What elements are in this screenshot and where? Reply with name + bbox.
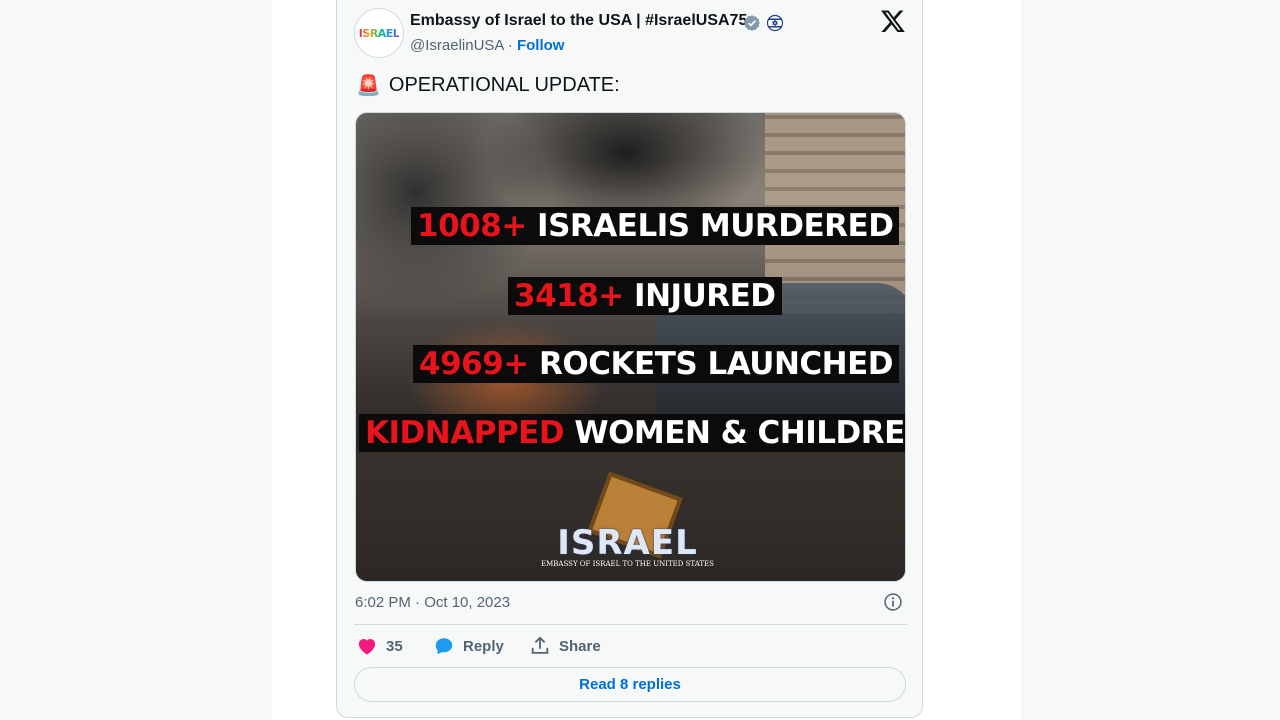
page-background-right bbox=[1021, 0, 1280, 720]
media-banner-rockets-count: 4969+ bbox=[419, 346, 529, 382]
like-button[interactable]: 35 bbox=[356, 634, 403, 658]
avatar[interactable]: ISRAEL bbox=[354, 8, 404, 58]
verified-gray-badge-icon bbox=[744, 15, 760, 31]
reply-bubble-icon bbox=[435, 638, 453, 655]
israel-flag-affiliation-icon bbox=[766, 14, 784, 32]
media-banner-injured: 3418+ INJURED bbox=[508, 277, 782, 315]
media-banner-injured-label: INJURED bbox=[623, 278, 776, 314]
share-upload-icon bbox=[531, 636, 549, 654]
media-banner-murdered: 1008+ ISRAELIS MURDERED bbox=[411, 207, 900, 245]
media-banner-murdered-count: 1008+ bbox=[417, 208, 527, 244]
like-count: 35 bbox=[386, 637, 403, 655]
media-banner-murdered-label: ISRAELIS MURDERED bbox=[526, 208, 894, 244]
watermark-subtitle: EMBASSY OF ISRAEL TO THE UNITED STATES bbox=[541, 560, 714, 568]
page-background-left bbox=[0, 0, 272, 720]
watermark-title: ISRAEL bbox=[557, 523, 698, 563]
heart-icon bbox=[358, 638, 376, 655]
media-banner-kidnapped-label: WOMEN & CHILDREN bbox=[564, 415, 906, 451]
author-handle-row: @IsraelinUSA · Follow bbox=[410, 37, 564, 54]
media-banner-rockets-label: ROCKETS LAUNCHED bbox=[528, 346, 894, 382]
read-replies-button[interactable]: Read 8 replies bbox=[354, 667, 906, 702]
info-icon[interactable] bbox=[883, 592, 903, 612]
media-banner-kidnapped: KIDNAPPED WOMEN & CHILDREN bbox=[359, 414, 906, 452]
tweet-text: 🚨 OPERATIONAL UPDATE: bbox=[356, 73, 620, 98]
author-display-name[interactable]: Embassy of Israel to the USA | #IsraelUS… bbox=[410, 12, 747, 30]
media-banner-rockets: 4969+ ROCKETS LAUNCHED bbox=[413, 345, 900, 383]
divider bbox=[354, 624, 907, 625]
siren-emoji: 🚨 bbox=[356, 75, 381, 97]
follow-link[interactable]: Follow bbox=[517, 37, 565, 54]
author-handle[interactable]: @IsraelinUSA bbox=[410, 37, 504, 54]
x-logo-icon[interactable] bbox=[880, 8, 906, 34]
tweet-text-body: OPERATIONAL UPDATE: bbox=[388, 74, 620, 96]
israel-embassy-watermark: ISRAEL EMBASSY OF ISRAEL TO THE UNITED S… bbox=[541, 523, 714, 568]
tweet-media-image[interactable]: 1008+ ISRAELIS MURDERED 3418+ INJURED 49… bbox=[355, 112, 906, 582]
media-banner-kidnapped-word: KIDNAPPED bbox=[365, 415, 565, 451]
tweet-timestamp[interactable]: 6:02 PM · Oct 10, 2023 bbox=[355, 594, 510, 611]
avatar-logo-text: ISRAEL bbox=[358, 26, 400, 40]
share-label: Share bbox=[559, 637, 601, 655]
reply-button[interactable]: Reply bbox=[433, 634, 504, 658]
share-button[interactable]: Share bbox=[529, 634, 601, 658]
media-banner-injured-count: 3418+ bbox=[514, 278, 624, 314]
reply-label: Reply bbox=[463, 637, 504, 655]
handle-separator: · bbox=[507, 37, 513, 54]
